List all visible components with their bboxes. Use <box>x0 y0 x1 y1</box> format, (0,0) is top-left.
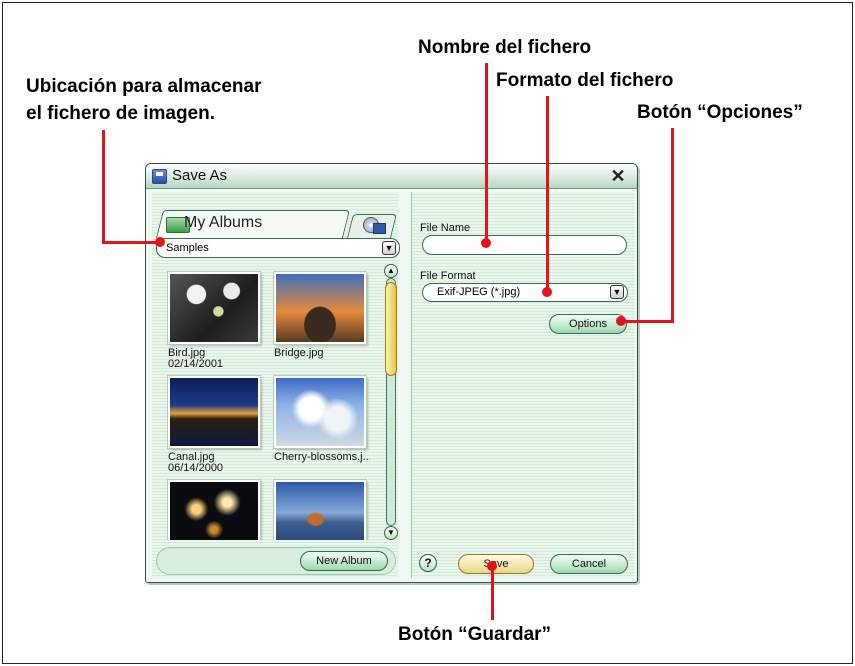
thumbnail-name: Bridge.jpg <box>274 348 324 359</box>
save-as-dialog: Save As ✕ My Albums Samples ▼ Bird.jpg 0… <box>145 163 638 583</box>
thumbnail-date: 06/14/2000 <box>168 462 224 474</box>
deer-photo <box>274 480 366 540</box>
save-leader-line <box>491 567 494 620</box>
options-leader-line <box>620 320 674 323</box>
callout-file-name: Nombre del fichero <box>418 37 592 58</box>
thumbnail-item[interactable] <box>168 480 264 540</box>
options-button[interactable]: Options <box>549 314 627 334</box>
callout-location-line1: Ubicación para almacenar <box>26 76 262 97</box>
file-format-select[interactable]: Exif-JPEG (*.jpg) ▼ <box>422 283 628 302</box>
thumbnail-item[interactable]: Canal.jpg 06/14/2000 <box>168 376 264 474</box>
disc-drive-icon <box>363 217 387 235</box>
file-name-leader-dot <box>481 238 491 248</box>
file-format-leader-dot <box>542 287 552 297</box>
dialog-title: Save As <box>172 167 228 184</box>
bird-photo <box>168 272 260 344</box>
album-pane: My Albums Samples ▼ Bird.jpg 02/14/2001 … <box>152 192 400 578</box>
thumbnail-item[interactable]: Bird.jpg 02/14/2001 <box>168 272 264 370</box>
location-leader-dot <box>155 237 165 247</box>
options-leader-line <box>671 128 674 323</box>
file-name-leader-line <box>485 63 488 244</box>
callout-save-button: Botón “Guardar” <box>398 624 552 645</box>
close-button[interactable]: ✕ <box>607 166 629 186</box>
callout-options-button: Botón “Opciones” <box>637 102 803 123</box>
file-name-input[interactable] <box>422 235 627 255</box>
location-value: Samples <box>166 242 209 254</box>
scroll-down-icon[interactable]: ▼ <box>384 526 398 540</box>
options-leader-dot <box>616 316 626 326</box>
cancel-button[interactable]: Cancel <box>550 554 628 574</box>
save-leader-dot <box>487 561 497 571</box>
album-bottom-bar: New Album <box>156 547 396 575</box>
callout-location-line2: el fichero de imagen. <box>26 103 215 124</box>
chevron-down-icon[interactable]: ▼ <box>382 241 396 255</box>
help-icon[interactable]: ? <box>419 554 437 572</box>
thumbnail-scrollbar[interactable]: ▲ ▼ <box>384 264 398 540</box>
location-select[interactable]: Samples ▼ <box>156 238 400 258</box>
thumbnail-name: Cherry-blossoms.j... <box>274 452 370 463</box>
cherry-blossoms-photo <box>274 376 366 448</box>
file-name-label: File Name <box>420 222 471 234</box>
bridge-photo <box>274 272 366 344</box>
callout-file-format: Formato del fichero <box>496 70 674 91</box>
scroll-up-icon[interactable]: ▲ <box>384 264 398 278</box>
new-album-button[interactable]: New Album <box>300 551 388 571</box>
thumbnail-item[interactable] <box>274 480 370 540</box>
chevron-down-icon[interactable]: ▼ <box>610 285 624 299</box>
canal-photo <box>168 376 260 448</box>
file-format-value: Exif-JPEG (*.jpg) <box>437 286 521 298</box>
location-leader-line <box>102 130 105 243</box>
file-format-leader-line <box>546 96 549 293</box>
save-icon <box>152 169 167 184</box>
thumbnail-item[interactable]: Bridge.jpg <box>274 272 370 359</box>
thumbnail-grid: Bird.jpg 02/14/2001 Bridge.jpg Canal.jpg… <box>156 262 384 540</box>
location-leader-line <box>102 241 160 244</box>
tab-my-albums-label: My Albums <box>184 214 263 231</box>
thumbnail-date: 02/14/2001 <box>168 358 224 370</box>
file-format-label: File Format <box>420 270 476 282</box>
fireworks-photo <box>168 480 260 540</box>
scroll-thumb[interactable] <box>385 282 397 376</box>
thumbnail-item[interactable]: Cherry-blossoms.j... <box>274 376 370 463</box>
file-settings-pane: File Name File Format Exif-JPEG (*.jpg) … <box>411 192 635 578</box>
title-bar[interactable]: Save As ✕ <box>146 164 637 189</box>
